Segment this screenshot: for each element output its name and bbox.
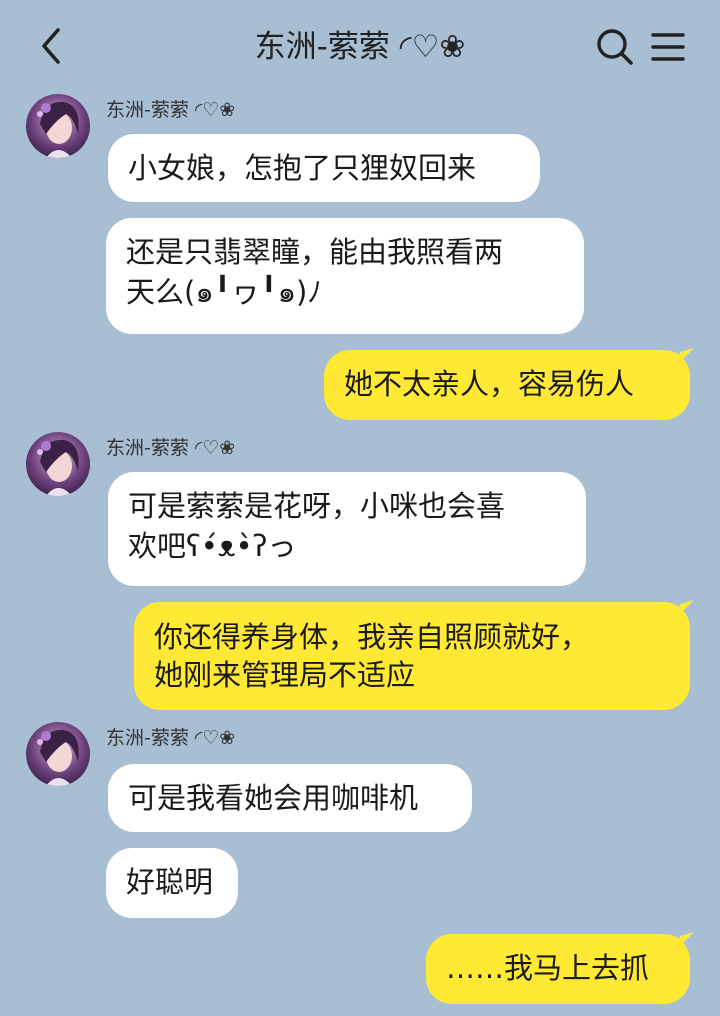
- message-bubble[interactable]: 还是只翡翠瞳，能由我照看两 天么(๑╹ヮ╹๑)ﾉ: [106, 218, 584, 334]
- bubble-tail: [676, 348, 694, 366]
- message-bubble[interactable]: 她不太亲人，容易伤人: [324, 350, 690, 420]
- message-bubble[interactable]: 小女娘，怎抱了只狸奴回来: [108, 134, 540, 202]
- message-text-line: 还是只翡翠瞳，能由我照看两: [126, 235, 504, 269]
- bubble-tail: [676, 932, 694, 950]
- sender-name: 东洲-萦萦 ◜♡❀: [106, 437, 236, 459]
- message-text: 可是我看她会用咖啡机: [128, 781, 419, 815]
- bubble-tail: [676, 600, 694, 618]
- chat-header: 东洲-萦萦 ◜♡❀: [0, 0, 720, 92]
- avatar[interactable]: [26, 722, 90, 786]
- message-bubble[interactable]: 你还得养身体，我亲自照顾就好， 她刚来管理局不适应: [134, 602, 690, 710]
- sender-name: 东洲-萦萦 ◜♡❀: [106, 99, 236, 121]
- avatar[interactable]: [26, 432, 90, 496]
- message-bubble[interactable]: 可是萦萦是花呀，小咪也会喜 欢吧ʕ•́ᴥ•̀ʔっ: [108, 472, 586, 586]
- message-text-line: 天么(๑╹ヮ╹๑)ﾉ: [126, 275, 322, 309]
- message-bubble[interactable]: ……我马上去抓: [426, 934, 690, 1004]
- avatar[interactable]: [26, 94, 90, 158]
- message-text-line: 她刚来管理局不适应: [154, 658, 416, 692]
- chat-title: 东洲-萦萦 ◜♡❀: [254, 29, 466, 65]
- back-arrow-icon[interactable]: [34, 24, 70, 68]
- message-bubble[interactable]: 可是我看她会用咖啡机: [108, 764, 472, 832]
- sender-name: 东洲-萦萦 ◜♡❀: [106, 727, 236, 749]
- message-text: ……我马上去抓: [446, 951, 650, 985]
- message-text: 好聪明: [126, 865, 214, 899]
- message-text: 小女娘，怎抱了只狸奴回来: [128, 151, 477, 185]
- message-text-line: 可是萦萦是花呀，小咪也会喜: [128, 489, 506, 523]
- search-icon[interactable]: [594, 26, 636, 68]
- message-text-line: 欢吧ʕ•́ᴥ•̀ʔっ: [128, 529, 297, 563]
- message-bubble[interactable]: 好聪明: [106, 848, 238, 918]
- message-text-line: 你还得养身体，我亲自照顾就好，: [154, 620, 590, 654]
- message-text: 她不太亲人，容易伤人: [344, 367, 635, 401]
- menu-icon[interactable]: [648, 28, 688, 66]
